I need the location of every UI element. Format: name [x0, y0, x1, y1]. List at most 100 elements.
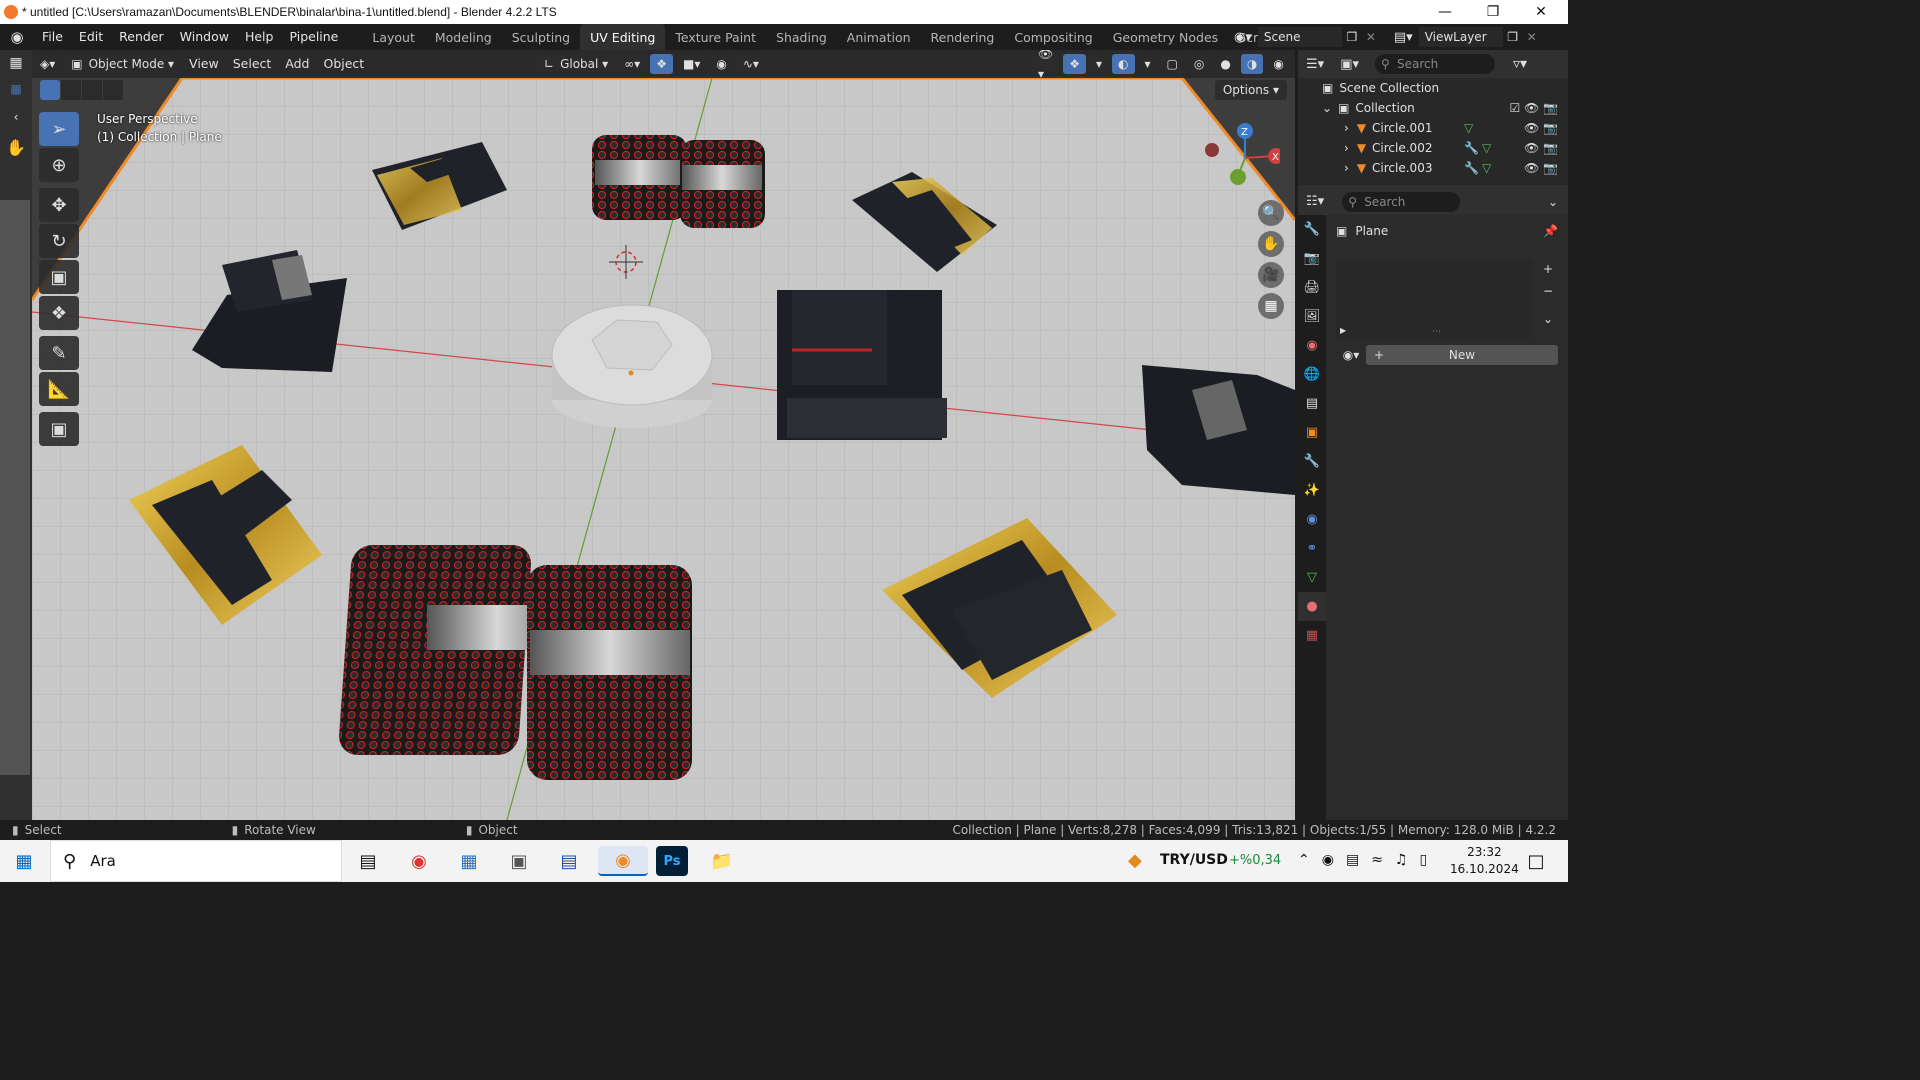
- menu-view[interactable]: View: [182, 50, 226, 78]
- resize-handle-icon[interactable]: ⋯: [1432, 327, 1441, 337]
- outliner-search[interactable]: ⚲ Search: [1375, 54, 1495, 74]
- transform-tool-icon[interactable]: ❖: [39, 296, 79, 330]
- menu-help[interactable]: Help: [237, 24, 282, 50]
- expand-icon[interactable]: ⌄: [1322, 101, 1332, 115]
- hand-icon[interactable]: ✋: [0, 132, 32, 162]
- browse-material-icon[interactable]: ◉▾: [1336, 345, 1366, 365]
- editor-type-dropdown[interactable]: ◈▾: [34, 54, 62, 74]
- expand-triangle-icon[interactable]: ▶: [1340, 326, 1346, 335]
- file-explorer-icon[interactable]: 📁: [706, 846, 738, 876]
- collection-toggles[interactable]: ☑ 👁 📷: [1509, 101, 1558, 115]
- visibility-toggles[interactable]: 👁 📷: [1524, 121, 1558, 135]
- new-material-button[interactable]: + New: [1366, 345, 1558, 365]
- outliner-editor-icon[interactable]: ☰▾: [1298, 57, 1332, 72]
- scene-icon[interactable]: ◉▾: [1228, 30, 1258, 45]
- calculator-icon[interactable]: ▦: [453, 846, 485, 876]
- tab-texture-paint[interactable]: Texture Paint: [665, 24, 766, 50]
- scene-tab-icon[interactable]: ◉: [1298, 331, 1326, 360]
- menu-select[interactable]: Select: [226, 50, 279, 78]
- expand-icon[interactable]: ›: [1344, 141, 1349, 155]
- falloff-dropdown[interactable]: ∿▾: [736, 54, 765, 74]
- restore-button[interactable]: ❐: [1470, 0, 1516, 24]
- options-chevron-icon[interactable]: ⌄: [1548, 195, 1558, 209]
- display-mode-icon[interactable]: ▣▾: [1332, 57, 1367, 72]
- tab-uv-editing[interactable]: UV Editing: [580, 24, 666, 50]
- clock[interactable]: 23:32 16.10.2024: [1450, 844, 1519, 878]
- particles-tab-icon[interactable]: ✨: [1298, 476, 1326, 505]
- visibility-toggles[interactable]: 👁 📷: [1524, 161, 1558, 175]
- tab-animation[interactable]: Animation: [837, 24, 921, 50]
- gizmo-dropdown[interactable]: ▾: [1090, 54, 1109, 74]
- tab-sculpting[interactable]: Sculpting: [502, 24, 580, 50]
- tab-rendering[interactable]: Rendering: [921, 24, 1005, 50]
- measure-tool-icon[interactable]: 📐: [39, 372, 79, 406]
- collection-tab-icon[interactable]: ▤: [1298, 389, 1326, 418]
- menu-file[interactable]: File: [34, 24, 71, 50]
- navigation-gizmo[interactable]: Z X: [1200, 118, 1284, 198]
- tab-geometry-nodes[interactable]: Geometry Nodes: [1103, 24, 1228, 50]
- menu-edit[interactable]: Edit: [71, 24, 111, 50]
- viewlayer-icon[interactable]: ▤▾: [1380, 30, 1419, 45]
- material-shading[interactable]: ◑: [1240, 54, 1264, 74]
- tab-compositing[interactable]: Compositing: [1004, 24, 1102, 50]
- select-subtract-icon[interactable]: [82, 80, 102, 100]
- visibility-toggles[interactable]: 👁 📷: [1524, 141, 1558, 155]
- outliner-item[interactable]: › ▼ Circle.001 ▽ 👁 📷: [1298, 118, 1568, 138]
- rotate-tool-icon[interactable]: ↻: [39, 224, 79, 258]
- scene-name-field[interactable]: Scene: [1257, 27, 1342, 47]
- expand-icon[interactable]: ›: [1344, 121, 1349, 135]
- explorer-app-icon[interactable]: ▣: [503, 846, 535, 876]
- properties-search[interactable]: ⚲ Search: [1342, 191, 1461, 212]
- select-new-icon[interactable]: [40, 80, 60, 100]
- select-tool-icon[interactable]: ➢: [39, 112, 79, 146]
- scene-collection-row[interactable]: ▣ Scene Collection: [1298, 78, 1568, 98]
- screen-record-icon[interactable]: ▤: [1346, 852, 1359, 868]
- select-intersect-icon[interactable]: [103, 80, 123, 100]
- wireframe-shading[interactable]: ◎: [1187, 54, 1211, 74]
- scale-tool-icon[interactable]: ▣: [39, 260, 79, 294]
- task-view-icon[interactable]: ▤: [352, 846, 384, 876]
- filter-icon[interactable]: ▿▾: [1513, 56, 1527, 72]
- add-cube-tool-icon[interactable]: ▣: [39, 412, 79, 446]
- world-tab-icon[interactable]: 🌐: [1298, 360, 1326, 389]
- taskbar-search[interactable]: ⚲ Ara: [50, 840, 342, 882]
- new-scene-icon[interactable]: ❐: [1342, 30, 1362, 44]
- collection-row[interactable]: ⌄ ▣ Collection ☑ 👁 📷: [1298, 98, 1568, 118]
- view-layer-tab-icon[interactable]: 🖼: [1298, 302, 1326, 331]
- material-tab-icon[interactable]: ●: [1298, 592, 1326, 621]
- output-tab-icon[interactable]: 🖨: [1298, 273, 1326, 302]
- cursor-tool-icon[interactable]: ⊕: [39, 148, 79, 182]
- blender-menu-icon[interactable]: ◉: [0, 28, 34, 46]
- collapse-arrow-icon[interactable]: ‹: [0, 102, 32, 132]
- texture-tab-icon[interactable]: ▦: [1298, 621, 1326, 650]
- solid-shading[interactable]: ●: [1214, 54, 1237, 74]
- visibility-dropdown[interactable]: 👁▾: [1032, 50, 1060, 81]
- rendered-shading[interactable]: ◉: [1267, 54, 1290, 74]
- wifi-icon[interactable]: ≈: [1371, 852, 1383, 868]
- new-viewlayer-icon[interactable]: ❐: [1503, 30, 1523, 44]
- tab-modeling[interactable]: Modeling: [425, 24, 502, 50]
- render-tab-icon[interactable]: 📷: [1298, 244, 1326, 273]
- select-extend-icon[interactable]: [61, 80, 81, 100]
- menu-render[interactable]: Render: [111, 24, 172, 50]
- outliner-item[interactable]: › ▼ Circle.003 🔧 ▽ 👁 📷: [1298, 158, 1568, 178]
- properties-editor-icon[interactable]: ☷▾: [1298, 194, 1332, 209]
- windows-start-icon[interactable]: ▦: [8, 846, 40, 876]
- menu-window[interactable]: Window: [172, 24, 237, 50]
- minimize-button[interactable]: —: [1422, 0, 1468, 24]
- snap-toggle[interactable]: ❖: [650, 54, 673, 74]
- editor-type-icon[interactable]: ▦: [0, 50, 32, 76]
- transform-orientation-dropdown[interactable]: ∟ Global ▾: [538, 54, 615, 74]
- add-slot-button[interactable]: +: [1538, 259, 1558, 279]
- annotate-tool-icon[interactable]: ✎: [39, 336, 79, 370]
- delete-viewlayer-icon[interactable]: ✕: [1523, 30, 1541, 44]
- battery-icon[interactable]: ▯: [1419, 852, 1427, 868]
- shading-dropdown[interactable]: ▾: [1293, 54, 1295, 74]
- tab-shading[interactable]: Shading: [766, 24, 837, 50]
- overlay-dropdown[interactable]: ▾: [1138, 54, 1157, 74]
- app-icon[interactable]: ▤: [553, 846, 585, 876]
- slot-specials-icon[interactable]: ⌄: [1538, 309, 1558, 329]
- physics-tab-icon[interactable]: ◉: [1298, 505, 1326, 534]
- webcam-icon[interactable]: ◉: [1322, 852, 1334, 868]
- move-tool-icon[interactable]: ✥: [39, 188, 79, 222]
